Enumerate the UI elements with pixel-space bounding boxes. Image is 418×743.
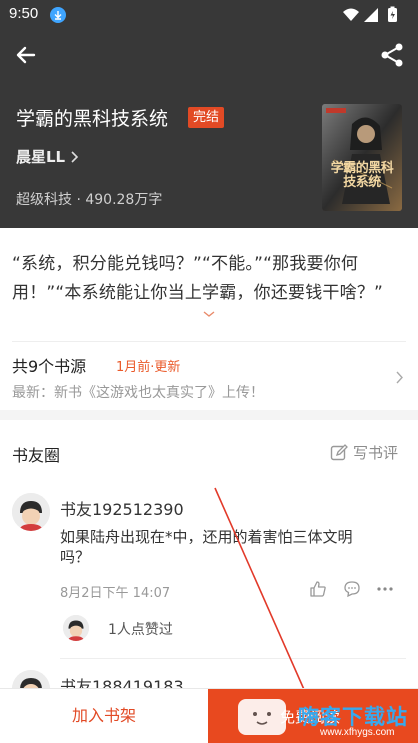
annotation-arrow-line [214,487,307,695]
add-to-shelf-button[interactable]: 加入书架 [0,689,208,743]
free-read-button[interactable]: 免费阅读 嗨客下载站 www.xfhygs.com [208,689,418,743]
watermark-url: www.xfhygs.com [320,727,395,738]
bottom-action-bar: 加入书架 免费阅读 嗨客下载站 www.xfhygs.com [0,688,418,743]
watermark-logo [238,699,286,735]
